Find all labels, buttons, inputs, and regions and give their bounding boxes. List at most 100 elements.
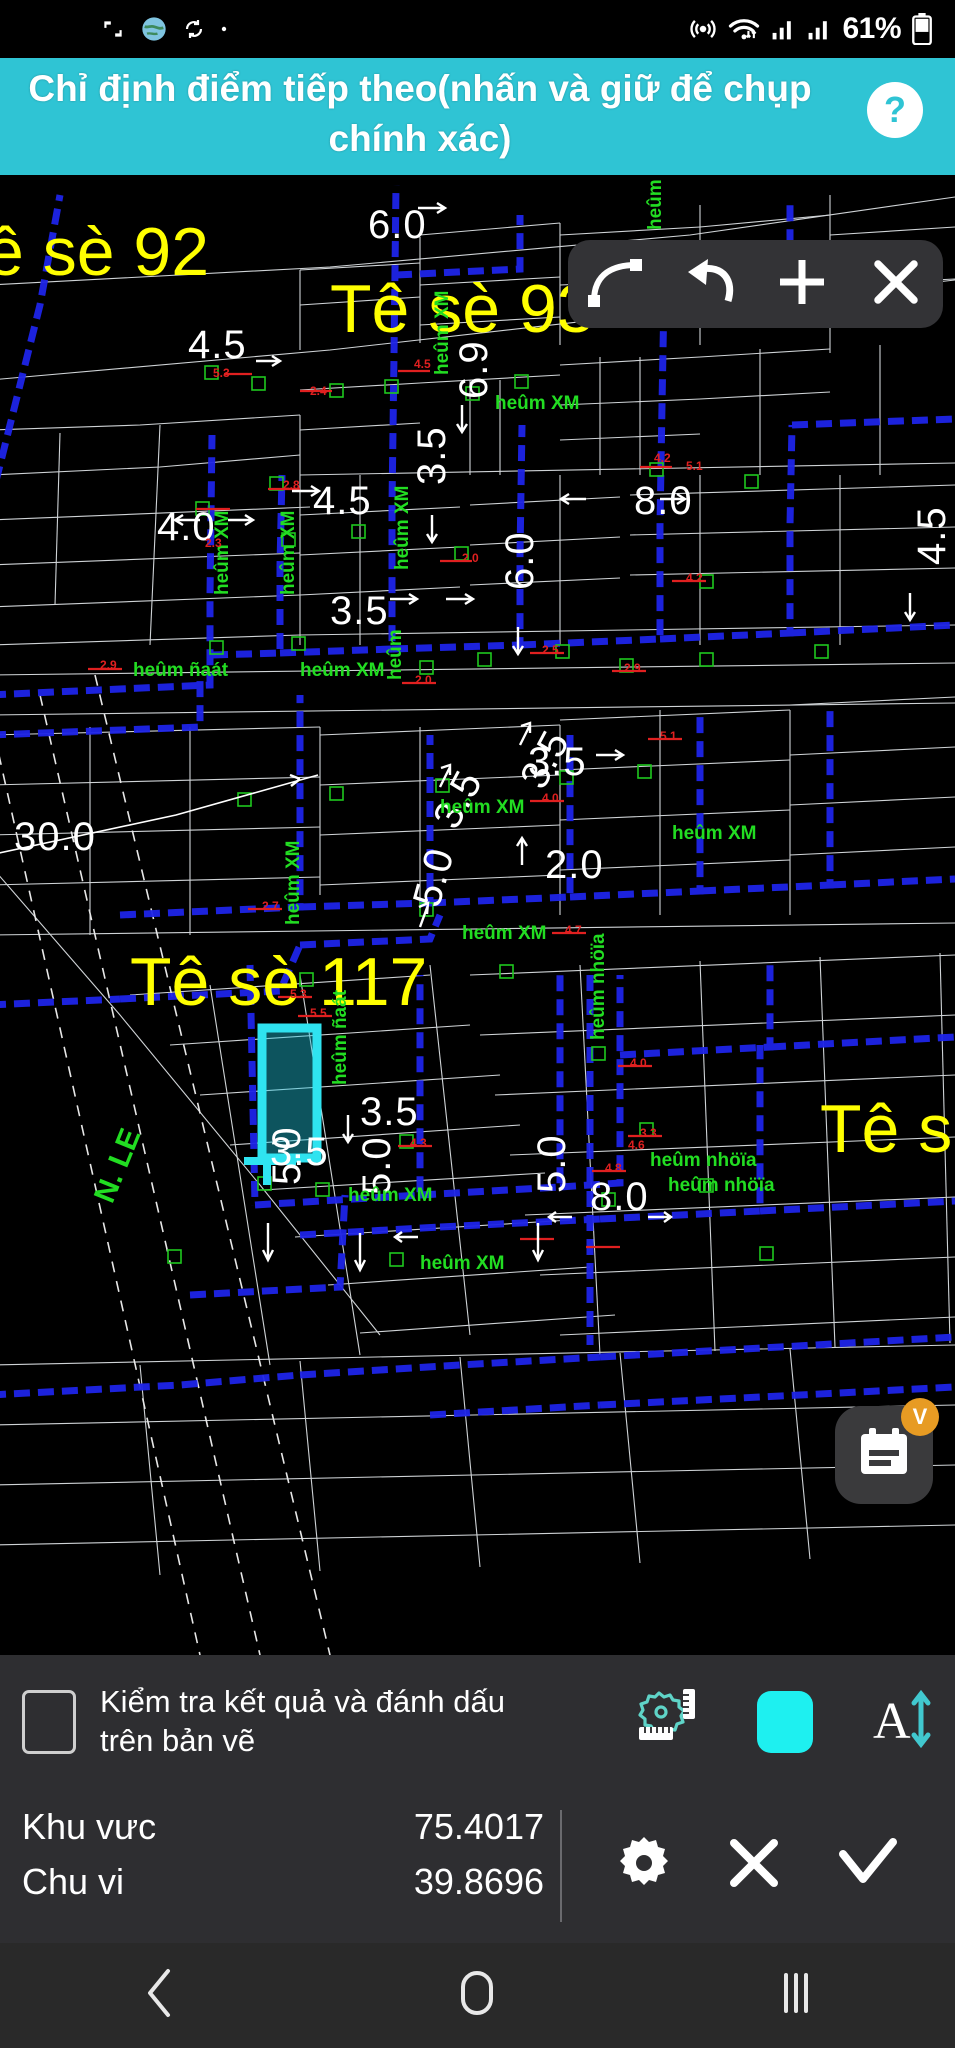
battery-icon (911, 13, 933, 46)
cadastral-map-canvas[interactable]: ê sè 92 Tê sè 93 Tê sè 117 Tê s 6.0 4.5 … (0, 175, 955, 1655)
dimension-label: 3.5 (410, 426, 454, 485)
result-row: Khu vưc 75.4017 (22, 1806, 560, 1861)
red-dimension-tag: 4.5 (414, 357, 431, 371)
street-label: heûm XM (672, 823, 757, 844)
back-button[interactable] (104, 1943, 214, 2048)
instruction-text: Chỉ định điểm tiếp theo(nhấn và giữ để c… (28, 68, 812, 159)
help-button[interactable]: ? (867, 82, 923, 138)
edit-toolbar (568, 240, 943, 328)
red-dimension-tag: 5.5 (310, 1006, 327, 1020)
street-label: heûm nhöïa (645, 175, 666, 230)
street-label: heûm XM (462, 923, 547, 944)
parcel-label: Tê s (820, 1091, 953, 1167)
notes-widget-icon (857, 1426, 911, 1485)
text-size-icon: A (871, 1689, 933, 1754)
android-nav-bar (0, 1943, 955, 2048)
cancel-icon (725, 1839, 783, 1896)
street-label: heûm XM (212, 510, 233, 595)
red-dimension-tag: 4.2 (686, 571, 703, 585)
mark-on-drawing-label: Kiểm tra kết quả và đánh dấu trên bản vẽ (100, 1683, 505, 1758)
red-dimension-tag: 5.1 (660, 729, 677, 743)
undo-icon (680, 257, 738, 312)
street-label: heûm ñaát (133, 660, 229, 681)
result-row: Chu vi 39.8696 (22, 1861, 560, 1916)
street-label: heûm XM (278, 510, 299, 595)
street-label: heûm ñaát (330, 989, 351, 1085)
signal-2-icon (806, 16, 832, 42)
red-dimension-tag: 5.3 (290, 987, 307, 1001)
street-label: heûm XM (440, 797, 525, 818)
hotspot-icon (688, 14, 718, 44)
results-values: Khu vưc 75.4017 Chu vi 39.8696 (0, 1788, 560, 1943)
dimension-label: 2.0 (545, 843, 604, 887)
street-label: heûm XM (392, 485, 413, 570)
perimeter-label: Chu vi (22, 1861, 125, 1902)
red-dimension-tag: 2.7 (262, 899, 279, 913)
dimension-label: 3.5 (330, 589, 389, 633)
street-label: heûm XM (495, 393, 580, 414)
confirm-icon (835, 1838, 901, 1896)
arc-tool-button[interactable] (580, 249, 650, 319)
dimension-label: 5.0 (530, 1134, 574, 1193)
home-icon (455, 1967, 499, 2024)
dimension-label: 3.5 (360, 1090, 419, 1134)
red-dimension-tag: 4.6 (628, 1138, 645, 1152)
color-swatch[interactable] (757, 1690, 813, 1753)
red-dimension-tag: 2.8 (283, 478, 300, 492)
recents-button[interactable] (741, 1943, 851, 2048)
red-dimension-tag: 5.1 (686, 459, 703, 473)
results-panel: Khu vưc 75.4017 Chu vi 39.8696 (0, 1788, 955, 1943)
red-dimension-tag: 2.3 (205, 536, 222, 550)
street-label: heûm XM (348, 1185, 433, 1206)
close-toolbar-button[interactable] (861, 249, 931, 319)
sync-icon (182, 17, 206, 41)
street-label: heûm nhöïa (650, 1150, 757, 1171)
add-point-icon (776, 256, 828, 313)
perimeter-value: 39.8696 (413, 1861, 544, 1902)
dimension-label: 4.5 (188, 323, 247, 367)
red-dimension-tag: 2.5 (542, 643, 559, 657)
red-dimension-tag: 2.0 (415, 673, 432, 687)
confirm-button[interactable] (835, 1834, 901, 1897)
wifi-icon (728, 14, 760, 44)
dimension-label: 8.0 (590, 1175, 649, 1219)
notes-widget-button[interactable]: V (835, 1398, 939, 1504)
status-bar-left-icons (100, 15, 228, 43)
options-icon-group: A (635, 1655, 933, 1788)
street-label: heûm nhöïa (588, 933, 609, 1040)
red-dimension-tag: 4.2 (654, 451, 671, 465)
status-bar: 61% (0, 0, 955, 58)
red-dimension-tag: 2.9 (624, 661, 641, 675)
red-dimension-tag: 4.0 (630, 1056, 647, 1070)
options-panel: Kiểm tra kết quả và đánh dấu trên bản vẽ (0, 1655, 955, 1789)
street-label: heûm XM (300, 660, 385, 681)
dimension-label: 30.0 (14, 815, 96, 859)
dimension-label: 6.9 (452, 340, 496, 399)
cancel-button[interactable] (725, 1834, 783, 1897)
home-button[interactable] (422, 1943, 532, 2048)
dimension-label: 6.0 (368, 203, 427, 247)
close-icon (871, 257, 921, 312)
undo-button[interactable] (674, 249, 744, 319)
dimension-label: 4.5 (313, 479, 372, 523)
street-label: heûm XM (432, 290, 453, 375)
globe-icon (140, 15, 168, 43)
red-dimension-tag: 5.3 (213, 366, 230, 380)
dot-icon (220, 25, 228, 33)
settings-gear-button[interactable] (614, 1833, 674, 1898)
red-dimension-tag: 4.3 (410, 1136, 427, 1150)
settings-gear-icon (614, 1837, 674, 1897)
text-size-button[interactable]: A (871, 1688, 933, 1755)
street-label: heûm XM (283, 840, 304, 925)
results-actions (560, 1788, 955, 1943)
red-dimension-tag: 4.0 (542, 791, 559, 805)
mark-on-drawing-checkbox[interactable] (22, 1689, 76, 1754)
dimension-label: 5.0 (265, 1126, 309, 1185)
red-dimension-tag: 4.7 (565, 923, 582, 937)
recents-icon (776, 1967, 816, 2024)
dimension-label: 6.0 (498, 531, 542, 590)
measure-settings-button[interactable] (635, 1687, 699, 1756)
parcel-label: Tê sè 93 (330, 271, 595, 347)
add-point-button[interactable] (767, 249, 837, 319)
parcel-label: Tê sè 117 (130, 944, 428, 1020)
